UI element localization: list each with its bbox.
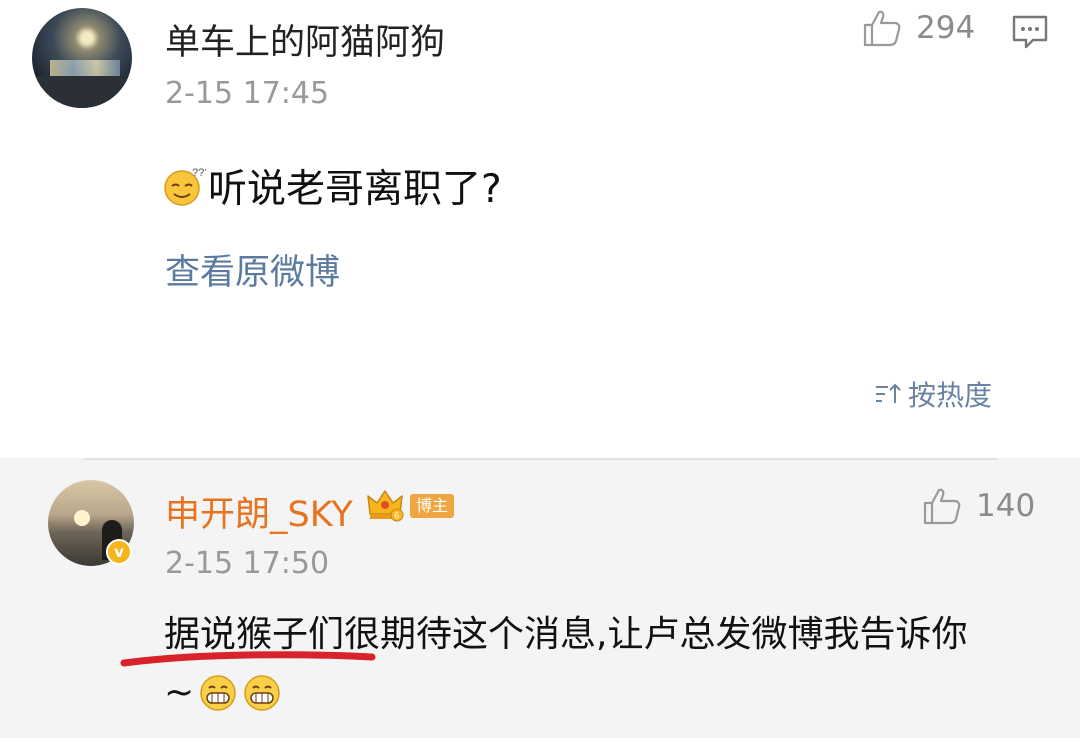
blogger-badge: 博主 [410,494,455,518]
verified-badge-icon: v [106,539,132,565]
sort-icon [876,383,901,403]
like-count: 294 [916,10,976,46]
svg-text:6: 6 [394,511,399,521]
sort-label: 按热度 [908,379,993,412]
grinning-face-emoji [244,675,280,711]
comment-username[interactable]: 单车上的阿猫阿狗 [165,14,445,65]
comment-reply-icon[interactable] [1011,14,1049,50]
reply-timestamp: 2-15 17:50 [165,546,330,581]
grinning-face-emoji [200,675,236,711]
comment-text: 听说老哥离职了? [208,167,502,212]
thinking-face-emoji: ??? [164,167,206,206]
reply-content-tilde: ~ [164,672,195,713]
reply-comment: v 申开朗_SKY 6 博主 140 2-15 17:50 据说猴子们很期待这个… [0,458,1080,738]
avatar-photo-sun [74,510,90,526]
like-button[interactable]: 294 [862,8,975,48]
reply-username[interactable]: 申开朗_SKY [165,486,353,537]
svg-text:???: ??? [192,167,206,179]
view-original-link[interactable]: 查看原微博 [165,244,340,295]
avatar-photo-ground [32,76,132,108]
comment-timestamp: 2-15 17:45 [165,76,330,111]
thumbs-up-icon [923,488,961,525]
sort-button[interactable]: 按热度 [874,374,992,414]
crown-icon: 6 [367,490,404,522]
thumbs-up-icon [863,10,901,47]
reply-like-button[interactable]: 140 [922,486,1035,526]
comment-content: ??? 听说老哥离职了? [162,158,502,214]
main-comment: 单车上的阿猫阿狗 2-15 17:45 294 ??? 听说老哥离职了? [0,0,1080,458]
divider [84,458,998,460]
reply-like-count: 140 [976,488,1036,524]
avatar[interactable] [32,8,132,108]
red-underline-mark [120,651,376,667]
reply-content-line-2: ~ [164,664,1044,722]
weibo-comments-page: 单车上的阿猫阿狗 2-15 17:45 294 ??? 听说老哥离职了? [0,0,1080,738]
avatar-photo-lights [50,60,120,76]
